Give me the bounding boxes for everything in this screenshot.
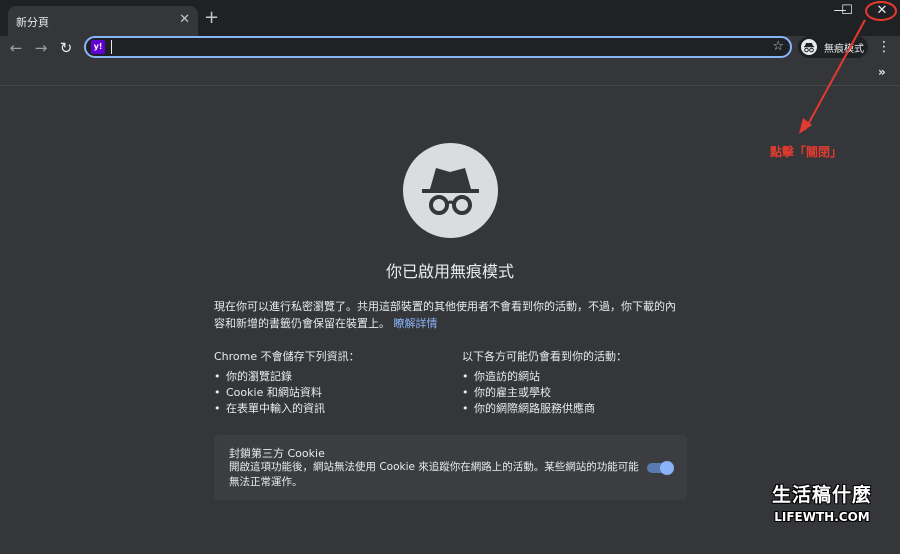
reload-button[interactable]: ↻ xyxy=(56,38,76,58)
forward-button[interactable]: → xyxy=(31,38,51,58)
cookie-description: 開啟這項功能後，網站無法使用 Cookie 來追蹤你在網路上的活動。某些網站的功… xyxy=(229,461,639,488)
new-tab-button[interactable]: + xyxy=(204,9,219,27)
list-item: 在表單中輸入的資訊 xyxy=(214,401,450,417)
tab-new-tab[interactable]: 新分頁 ✕ xyxy=(8,6,198,36)
list-item: 你的瀏覽記錄 xyxy=(214,369,450,385)
watermark-cn: 生活稿什麼 xyxy=(771,484,872,506)
cookie-title: 封鎖第三方 Cookie xyxy=(229,447,325,460)
tab-title: 新分頁 xyxy=(16,16,49,29)
not-saved-title: Chrome 不會儲存下列資訊： xyxy=(214,350,360,363)
tab-strip: 新分頁 ✕ + — ☐ ✕ xyxy=(0,0,900,36)
bookmark-star-icon[interactable]: ☆ xyxy=(772,38,784,56)
list-item: 你的網際網路服務供應商 xyxy=(462,401,698,417)
toggle-knob xyxy=(660,461,674,475)
annotation-text: 點擊「關閉」 xyxy=(770,145,843,159)
toolbar: ← → ↻ y! ☆ 無痕模式 ⋮ xyxy=(0,36,900,60)
learn-more-link[interactable]: 瞭解詳情 xyxy=(394,317,438,330)
annotation-arrow xyxy=(799,19,866,134)
watermark-en: LIFEWTH.COM xyxy=(774,510,870,524)
bookmarks-bar: » xyxy=(0,60,900,86)
address-input[interactable] xyxy=(114,39,754,55)
list-item: Cookie 和網站資料 xyxy=(214,385,450,401)
visible-to-title: 以下各方可能仍會看到你的活動： xyxy=(462,350,627,363)
intro-text: 現在你可以進行私密瀏覽了。共用這部裝置的其他使用者不會看到你的活動，不過，你下載… xyxy=(214,298,686,332)
back-button[interactable]: ← xyxy=(6,38,26,58)
visible-to-list: 以下各方可能仍會看到你的活動： 你造訪的網站 你的雇主或學校 你的網際網路服務供… xyxy=(462,349,698,417)
text-caret xyxy=(111,40,112,54)
menu-icon[interactable]: ⋮ xyxy=(876,38,892,58)
tab-close-icon[interactable]: ✕ xyxy=(179,12,190,28)
block-cookies-toggle[interactable] xyxy=(647,461,674,475)
not-saved-list: Chrome 不會儲存下列資訊： 你的瀏覽記錄 Cookie 和網站資料 在表單… xyxy=(214,349,450,417)
list-item: 你的雇主或學校 xyxy=(462,385,698,401)
page-heading: 你已啟用無痕模式 xyxy=(385,262,514,281)
list-item: 你造訪的網站 xyxy=(462,369,698,385)
incognito-icon xyxy=(403,143,498,238)
watermark-logo: 生活稿什麼 LIFEWTH.COM xyxy=(766,480,878,524)
intro-paragraph: 現在你可以進行私密瀏覽了。共用這部裝置的其他使用者不會看到你的活動，不過，你下載… xyxy=(214,300,676,330)
cookie-controls-card: 封鎖第三方 Cookie 開啟這項功能後，網站無法使用 Cookie 來追蹤你在… xyxy=(214,435,687,500)
search-engine-icon: y! xyxy=(91,40,105,54)
bookmarks-overflow-icon[interactable]: » xyxy=(878,65,886,79)
address-bar[interactable]: y! ☆ xyxy=(84,36,792,58)
